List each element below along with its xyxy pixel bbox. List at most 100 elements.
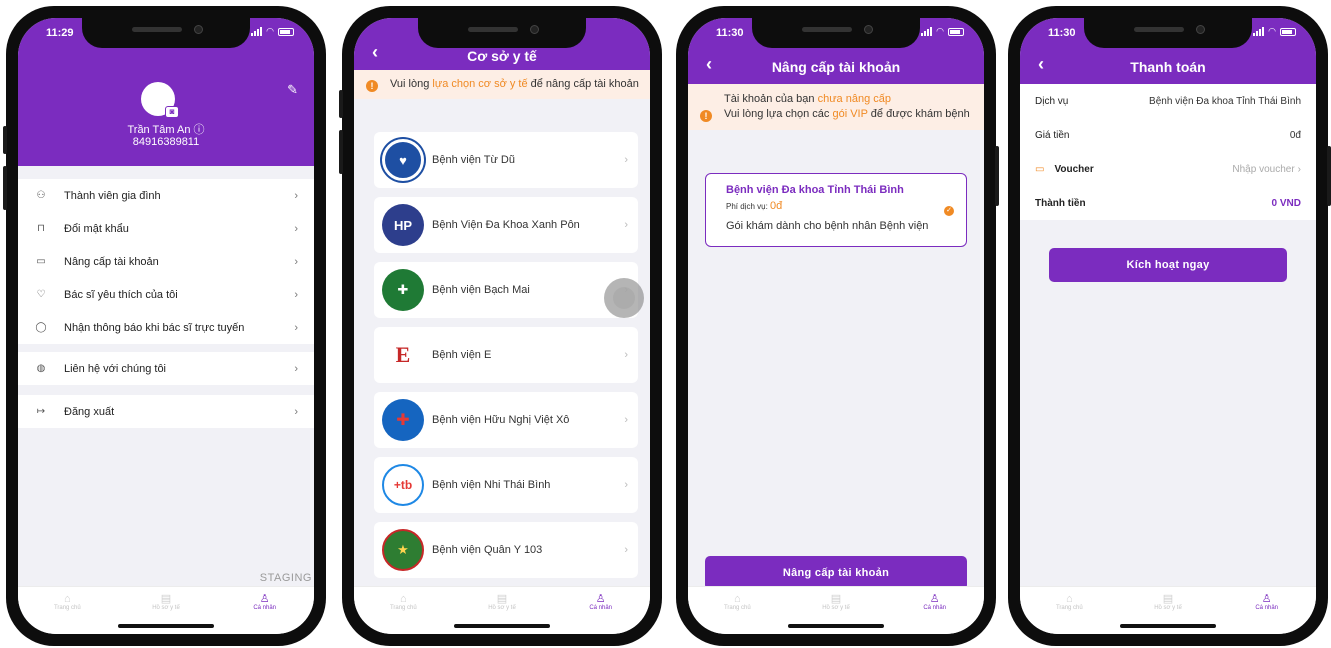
side-button <box>995 146 999 206</box>
chevron-right-icon: › <box>294 362 298 375</box>
side-button <box>3 126 7 154</box>
tab-home[interactable]: ⌂ Trang chủ <box>688 587 787 634</box>
phone-upgrade: 11:30 ◠ ‹ Nâng cấp tài khoản ! Tài khoản… <box>676 6 999 646</box>
tab-home[interactable]: ⌂ Trang chủ <box>18 587 117 634</box>
package-fee: Phí dịch vụ: 0đ <box>726 200 783 212</box>
avatar[interactable]: ◙ <box>141 82 179 118</box>
payment-screen: 11:30 ◠ ‹ Thanh toán Dịch vụ Bệnh viện Đa… <box>1020 18 1316 634</box>
chevron-right-icon: › <box>294 222 298 235</box>
service-row: Dịch vụ Bệnh viện Đa khoa Tỉnh Thái Bình <box>1020 84 1316 118</box>
battery-icon <box>1280 27 1296 36</box>
menu-item-family[interactable]: ⚇ Thành viên gia đình › <box>18 179 314 212</box>
menu-group-account: ⚇ Thành viên gia đình › ⊓ Đổi mật khẩu › ▭ Nâ… <box>18 179 314 344</box>
chevron-right-icon: › <box>624 349 628 361</box>
chevron-right-icon: › <box>294 255 298 268</box>
camera-icon[interactable]: ◙ <box>165 106 179 118</box>
person-icon: ♙ <box>259 593 270 605</box>
notch <box>1084 18 1252 48</box>
notch <box>418 18 586 48</box>
side-button <box>339 90 343 118</box>
hospital-logo: ★ <box>382 529 424 571</box>
records-icon: ▤ <box>496 593 508 605</box>
phone-facilities: ‹ Cơ sở y tế ! Vui lòng lựa chọn cơ sở y… <box>339 6 662 646</box>
facilities-screen: ‹ Cơ sở y tế ! Vui lòng lựa chọn cơ sở y… <box>354 18 650 634</box>
assistive-touch-button[interactable] <box>604 278 644 318</box>
records-icon: ▤ <box>1162 593 1174 605</box>
hospital-item[interactable]: ★ Bệnh viện Quân Y 103 › <box>374 522 638 578</box>
info-icon[interactable]: ⓘ <box>194 124 205 136</box>
hospital-item[interactable]: ✚ Bệnh viện Hữu Nghị Việt Xô › <box>374 392 638 448</box>
menu-item-notify[interactable]: ◯ Nhận thông báo khi bác sĩ trực tuyến › <box>18 311 314 344</box>
tab-home[interactable]: ⌂ Trang chủ <box>354 587 453 634</box>
home-icon: ⌂ <box>64 593 71 605</box>
tab-profile[interactable]: ♙ Cá nhân <box>1217 587 1316 634</box>
tab-home[interactable]: ⌂ Trang chủ <box>1020 587 1119 634</box>
menu-item-favorite-doctors[interactable]: ♡ Bác sĩ yêu thích của tôi › <box>18 278 314 311</box>
status-time: 11:30 <box>1048 27 1076 39</box>
signal-icon <box>921 27 933 36</box>
wifi-icon: ◠ <box>1268 26 1276 36</box>
chevron-right-icon: › <box>624 544 628 556</box>
hospital-item[interactable]: HP Bệnh Viện Đa Khoa Xanh Pôn › <box>374 197 638 253</box>
hospital-logo: ✚ <box>382 269 424 311</box>
records-icon: ▤ <box>160 593 172 605</box>
hospital-item[interactable]: E Bệnh viện E › <box>374 327 638 383</box>
hospital-item[interactable]: ♥ Bệnh viện Từ Dũ › <box>374 132 638 188</box>
side-button <box>3 166 7 210</box>
person-icon: ♙ <box>929 593 940 605</box>
signal-icon <box>251 27 263 36</box>
voucher-input[interactable]: Nhập voucher <box>1232 164 1294 175</box>
bell-icon: ◯ <box>35 322 47 333</box>
records-icon: ▤ <box>830 593 842 605</box>
chevron-right-icon: › <box>624 414 628 426</box>
warning-icon: ! <box>366 80 378 92</box>
home-indicator <box>454 624 550 628</box>
page-title: Thanh toán <box>1130 59 1206 75</box>
profile-screen: 11:29 ◠ ◙ Trần Tâm An ⓘ 84916389811 ✎ ⚇ T… <box>18 18 314 634</box>
tab-profile[interactable]: ♙ Cá nhân <box>551 587 650 634</box>
user-phone: 84916389811 <box>132 136 200 148</box>
page-title: Cơ sở y tế <box>467 48 537 64</box>
menu-item-password[interactable]: ⊓ Đổi mật khẩu › <box>18 212 314 245</box>
upgrade-account-button[interactable]: Nâng cấp tài khoản <box>705 556 967 590</box>
family-icon: ⚇ <box>36 190 46 201</box>
total-row: Thành tiền 0 VND <box>1020 186 1316 220</box>
menu-item-contact[interactable]: ◍ Liên hệ với chúng tôi › <box>18 352 314 385</box>
tab-profile[interactable]: ♙ Cá nhân <box>215 587 314 634</box>
upgrade-icon: ▭ <box>36 256 46 267</box>
voucher-row[interactable]: ▭ Voucher Nhập voucher › <box>1020 152 1316 186</box>
home-indicator <box>118 624 214 628</box>
hospital-logo: ♥ <box>382 139 424 181</box>
price-row: Giá tiền 0đ <box>1020 118 1316 152</box>
notch <box>752 18 920 48</box>
chevron-right-icon: › <box>294 288 298 301</box>
notice-banner: ! Vui lòng lựa chọn cơ sở y tế để nâng c… <box>354 70 650 99</box>
menu-item-upgrade[interactable]: ▭ Nâng cấp tài khoản › <box>18 245 314 278</box>
menu-item-logout[interactable]: ↦ Đăng xuất › <box>18 395 314 428</box>
package-card[interactable]: Bệnh viện Đa khoa Tỉnh Thái Bình Phí dịc… <box>705 173 967 247</box>
battery-icon <box>278 27 294 36</box>
hospital-item[interactable]: ✚ Bệnh viện Bạch Mai› <box>374 262 638 318</box>
voucher-icon: ▭ <box>1035 163 1045 175</box>
activate-now-button[interactable]: Kích hoạt ngay <box>1049 248 1287 282</box>
status-time: 11:29 <box>46 27 74 39</box>
chevron-right-icon: › <box>1297 163 1301 175</box>
phone-profile: 11:29 ◠ ◙ Trần Tâm An ⓘ 84916389811 ✎ ⚇ T… <box>3 6 326 646</box>
chevron-right-icon: › <box>624 479 628 491</box>
side-button <box>339 130 343 174</box>
chevron-right-icon: › <box>294 189 298 202</box>
home-icon: ⌂ <box>400 593 407 605</box>
phone-payment: 11:30 ◠ ‹ Thanh toán Dịch vụ Bệnh viện Đa… <box>1008 6 1331 646</box>
edit-icon[interactable]: ✎ <box>287 82 298 98</box>
wifi-icon: ◠ <box>266 26 274 36</box>
check-icon: ✓ <box>944 206 954 216</box>
home-icon: ⌂ <box>1066 593 1073 605</box>
hospital-item[interactable]: +tb Bệnh viện Nhi Thái Bình › <box>374 457 638 513</box>
hospital-logo: ✚ <box>382 399 424 441</box>
home-indicator <box>788 624 884 628</box>
chevron-right-icon: › <box>294 405 298 418</box>
logout-icon: ↦ <box>36 406 46 417</box>
notice-banner: ! Tài khoản của bạn chưa nâng cấp Vui lò… <box>688 84 984 130</box>
tab-profile[interactable]: ♙ Cá nhân <box>885 587 984 634</box>
upgrade-screen: 11:30 ◠ ‹ Nâng cấp tài khoản ! Tài khoản… <box>688 18 984 634</box>
